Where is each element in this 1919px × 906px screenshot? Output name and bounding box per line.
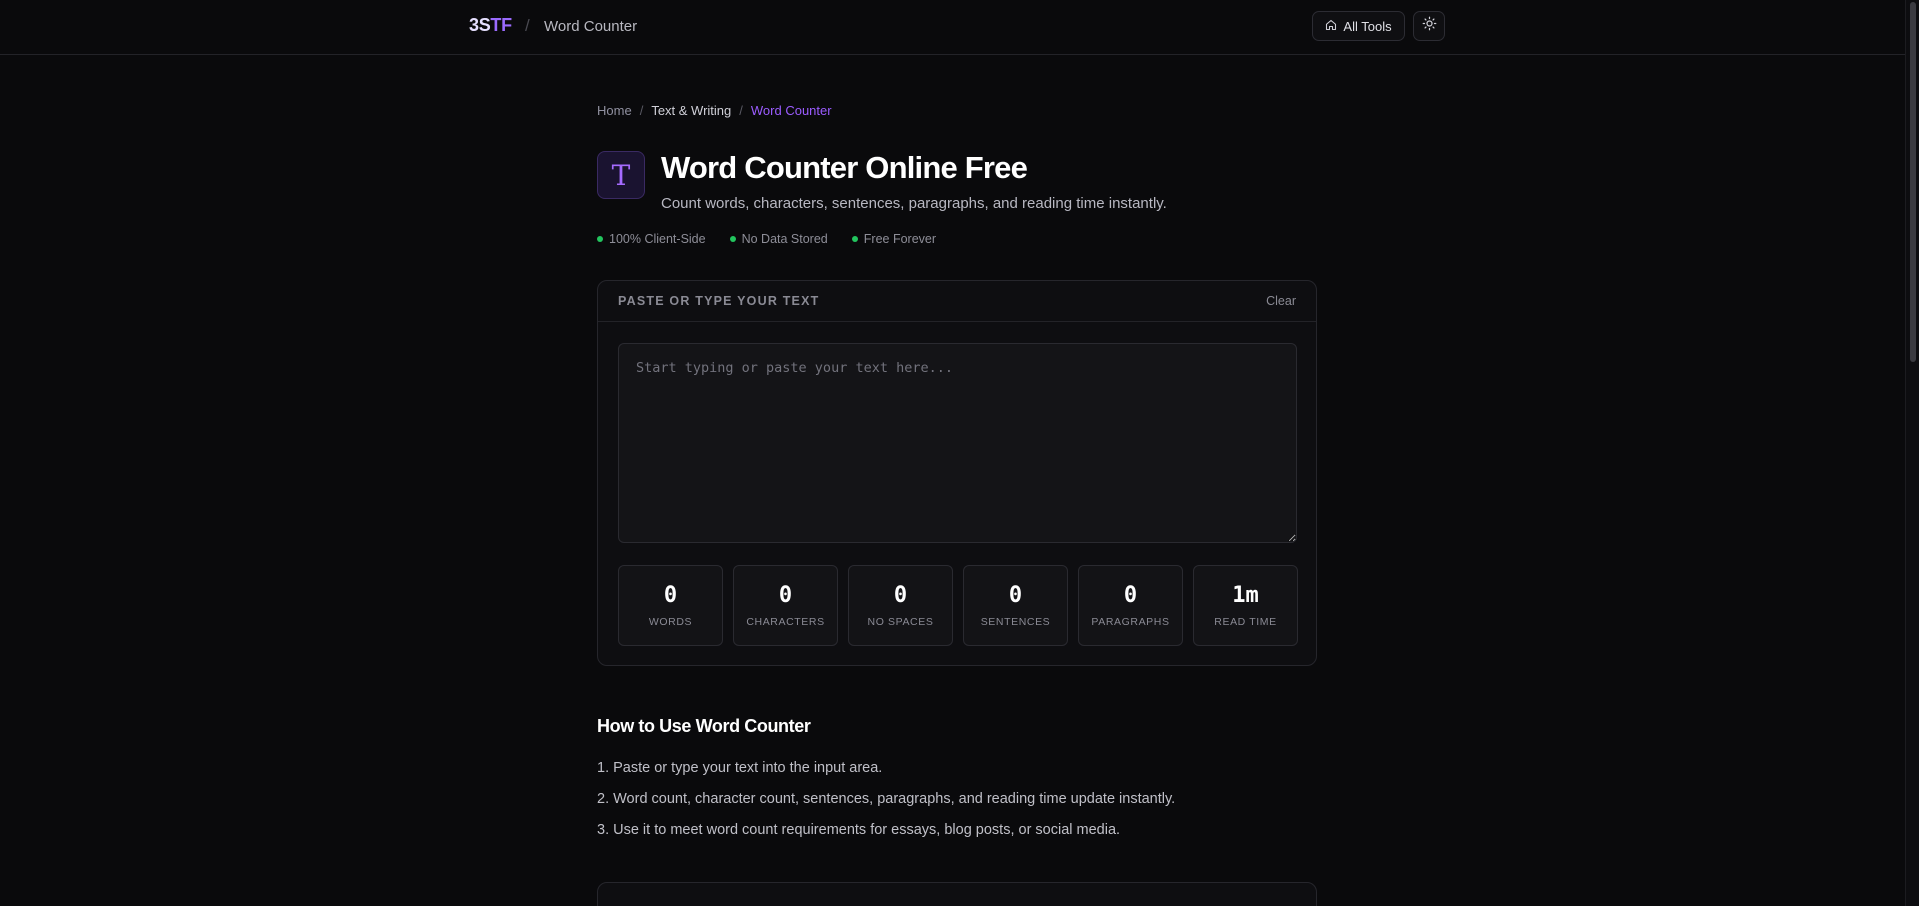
all-tools-label: All Tools [1343, 18, 1392, 34]
breadcrumb: Home / Text & Writing / Word Counter [597, 103, 832, 118]
breadcrumb-current: Word Counter [750, 103, 832, 118]
feature-badges: 100% Client-Side No Data Stored Free For… [597, 232, 936, 246]
howto-heading: How to Use Word Counter [597, 716, 811, 736]
stat-value: 0 [1008, 583, 1023, 608]
home-icon [1325, 19, 1337, 34]
badge-free-forever: Free Forever [851, 232, 937, 246]
stat-value: 0 [778, 583, 793, 608]
stat-characters: 0 CHARACTERS [733, 565, 838, 646]
brand-part-2: TF [490, 15, 512, 35]
stat-sentences: 0 SENTENCES [963, 565, 1068, 646]
stat-value: 0 [893, 583, 908, 608]
header-separator: / [525, 16, 530, 35]
clear-button[interactable]: Clear [1266, 294, 1296, 308]
howto-step: 1. Paste or type your text into the inpu… [597, 760, 883, 776]
stat-value: 1m [1232, 583, 1259, 608]
howto-step: 2. Word count, character count, sentence… [597, 791, 1176, 807]
theme-toggle-button[interactable] [1413, 11, 1445, 41]
stat-label: NO SPACES [867, 616, 934, 628]
badge-no-data-stored: No Data Stored [729, 232, 828, 246]
top-bar: 3STF / Word Counter All Tools [0, 0, 1905, 55]
stat-label: PARAGRAPHS [1091, 616, 1170, 628]
breadcrumb-category[interactable]: Text & Writing [651, 103, 731, 118]
stat-label: CHARACTERS [746, 616, 825, 628]
stat-label: WORDS [648, 616, 693, 628]
brand-logo[interactable]: 3STF [469, 15, 512, 36]
status-dot-icon [597, 236, 603, 242]
scrollbar-thumb[interactable] [1910, 2, 1916, 362]
text-tool-icon: T [597, 151, 645, 199]
stat-no-spaces: 0 NO SPACES [848, 565, 953, 646]
brand-part-1: 3S [469, 15, 491, 35]
breadcrumb-separator: / [739, 103, 743, 118]
sun-icon [1422, 16, 1437, 36]
status-dot-icon [729, 236, 736, 242]
text-input[interactable] [618, 343, 1297, 543]
editor-card: PASTE OR TYPE YOUR TEXT Clear 0 WORDS 0 … [597, 280, 1317, 666]
stat-paragraphs: 0 PARAGRAPHS [1078, 565, 1183, 646]
stat-label: READ TIME [1214, 616, 1277, 628]
status-dot-icon [851, 236, 858, 242]
breadcrumb-home[interactable]: Home [597, 103, 632, 118]
all-tools-button[interactable]: All Tools [1312, 11, 1405, 41]
stat-label: SENTENCES [980, 616, 1051, 628]
page-title: Word Counter Online Free [661, 150, 1028, 185]
page-subtitle: Count words, characters, sentences, para… [661, 195, 1167, 212]
badge-label: Free Forever [863, 232, 937, 246]
stats-grid: 0 WORDS 0 CHARACTERS 0 NO SPACES 0 SENTE… [618, 565, 1298, 646]
editor-label: PASTE OR TYPE YOUR TEXT [618, 294, 820, 308]
badge-client-side: 100% Client-Side [597, 232, 706, 246]
stat-value: 0 [1123, 583, 1138, 608]
breadcrumb-separator: / [639, 103, 644, 118]
badge-label: No Data Stored [741, 232, 828, 246]
editor-card-header: PASTE OR TYPE YOUR TEXT Clear [598, 281, 1316, 322]
stat-value: 0 [663, 583, 678, 608]
next-section-card [597, 882, 1317, 906]
stat-read-time: 1m READ TIME [1193, 565, 1298, 646]
howto-step: 3. Use it to meet word count requirement… [597, 822, 1121, 838]
howto-steps: 1. Paste or type your text into the inpu… [597, 760, 1175, 853]
header-tool-title: Word Counter [544, 18, 638, 35]
stat-words: 0 WORDS [618, 565, 723, 646]
badge-label: 100% Client-Side [609, 232, 706, 246]
tool-icon-glyph: T [611, 158, 631, 192]
